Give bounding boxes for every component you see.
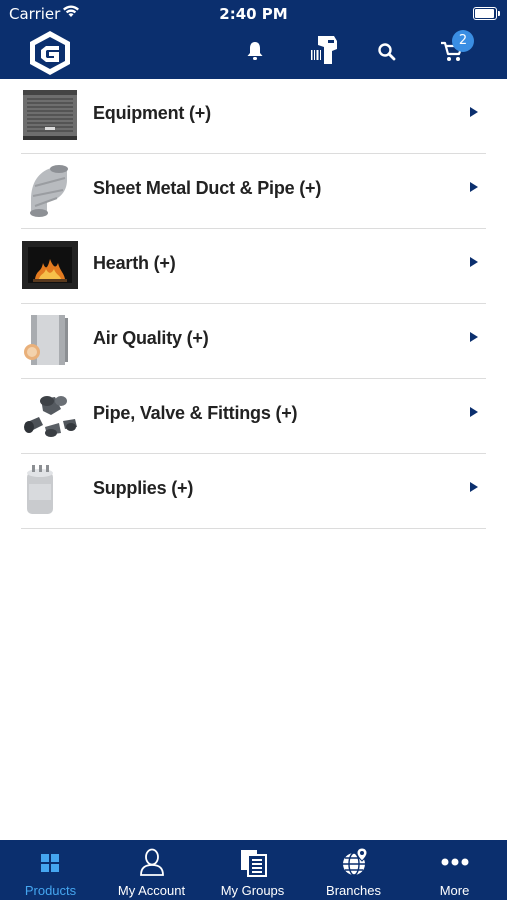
category-label: Hearth (+): [93, 253, 176, 273]
list-item[interactable]: Equipment (+): [21, 79, 486, 154]
tab-branches[interactable]: Branches: [303, 840, 404, 900]
category-label: Pipe, Valve & Fittings (+): [93, 403, 298, 423]
fireplace-image: [22, 241, 78, 289]
person-icon: [140, 848, 164, 876]
tab-more[interactable]: More: [404, 840, 505, 900]
cart-count-badge: 2: [452, 30, 474, 52]
app-header: Carrier 2:40 PM 2: [0, 0, 507, 79]
air-filter-image: [24, 315, 68, 365]
status-time: 2:40 PM: [219, 5, 288, 23]
grid-icon: [41, 854, 59, 872]
chevron-right-icon: [470, 257, 478, 267]
condenser-unit-image: [23, 90, 77, 140]
list-item[interactable]: Hearth (+): [21, 229, 486, 304]
tab-label: My Account: [117, 883, 186, 898]
bell-icon[interactable]: [245, 40, 265, 62]
more-dots-icon: [441, 858, 469, 866]
documents-icon: [241, 850, 267, 877]
search-icon[interactable]: [377, 42, 397, 62]
list-item[interactable]: Air Quality (+): [21, 304, 486, 379]
category-label: Air Quality (+): [93, 328, 209, 348]
chevron-right-icon: [470, 332, 478, 342]
chevron-right-icon: [470, 182, 478, 192]
chevron-right-icon: [470, 107, 478, 117]
globe-pin-icon: [343, 848, 368, 876]
status-bar: Carrier 2:40 PM: [0, 0, 507, 28]
battery-icon: [473, 7, 500, 20]
category-label: Supplies (+): [93, 478, 194, 498]
g-shield-logo[interactable]: [28, 30, 72, 76]
category-label: Sheet Metal Duct & Pipe (+): [93, 178, 322, 198]
tab-label: Branches: [326, 883, 381, 898]
barcode-scanner-icon[interactable]: [308, 33, 340, 67]
chevron-right-icon: [470, 407, 478, 417]
tab-my-account[interactable]: My Account: [101, 840, 202, 900]
capacitor-image: [27, 465, 53, 514]
list-item[interactable]: Pipe, Valve & Fittings (+): [21, 379, 486, 454]
bottom-tab-bar: Products My Account My Groups Branches M…: [0, 840, 507, 900]
tab-label: Products: [24, 883, 77, 898]
tab-label: My Groups: [220, 883, 285, 898]
category-label: Equipment (+): [93, 103, 211, 123]
tab-my-groups[interactable]: My Groups: [202, 840, 303, 900]
list-item[interactable]: Supplies (+): [21, 454, 486, 529]
tab-label: More: [439, 883, 470, 898]
category-list: Equipment (+) Sheet Metal Duct & Pipe (+…: [0, 79, 507, 529]
pipe-fittings-image: [24, 396, 77, 437]
duct-elbow-image: [30, 165, 68, 217]
list-item[interactable]: Sheet Metal Duct & Pipe (+): [21, 154, 486, 229]
tab-products[interactable]: Products: [0, 840, 101, 900]
chevron-right-icon: [470, 482, 478, 492]
